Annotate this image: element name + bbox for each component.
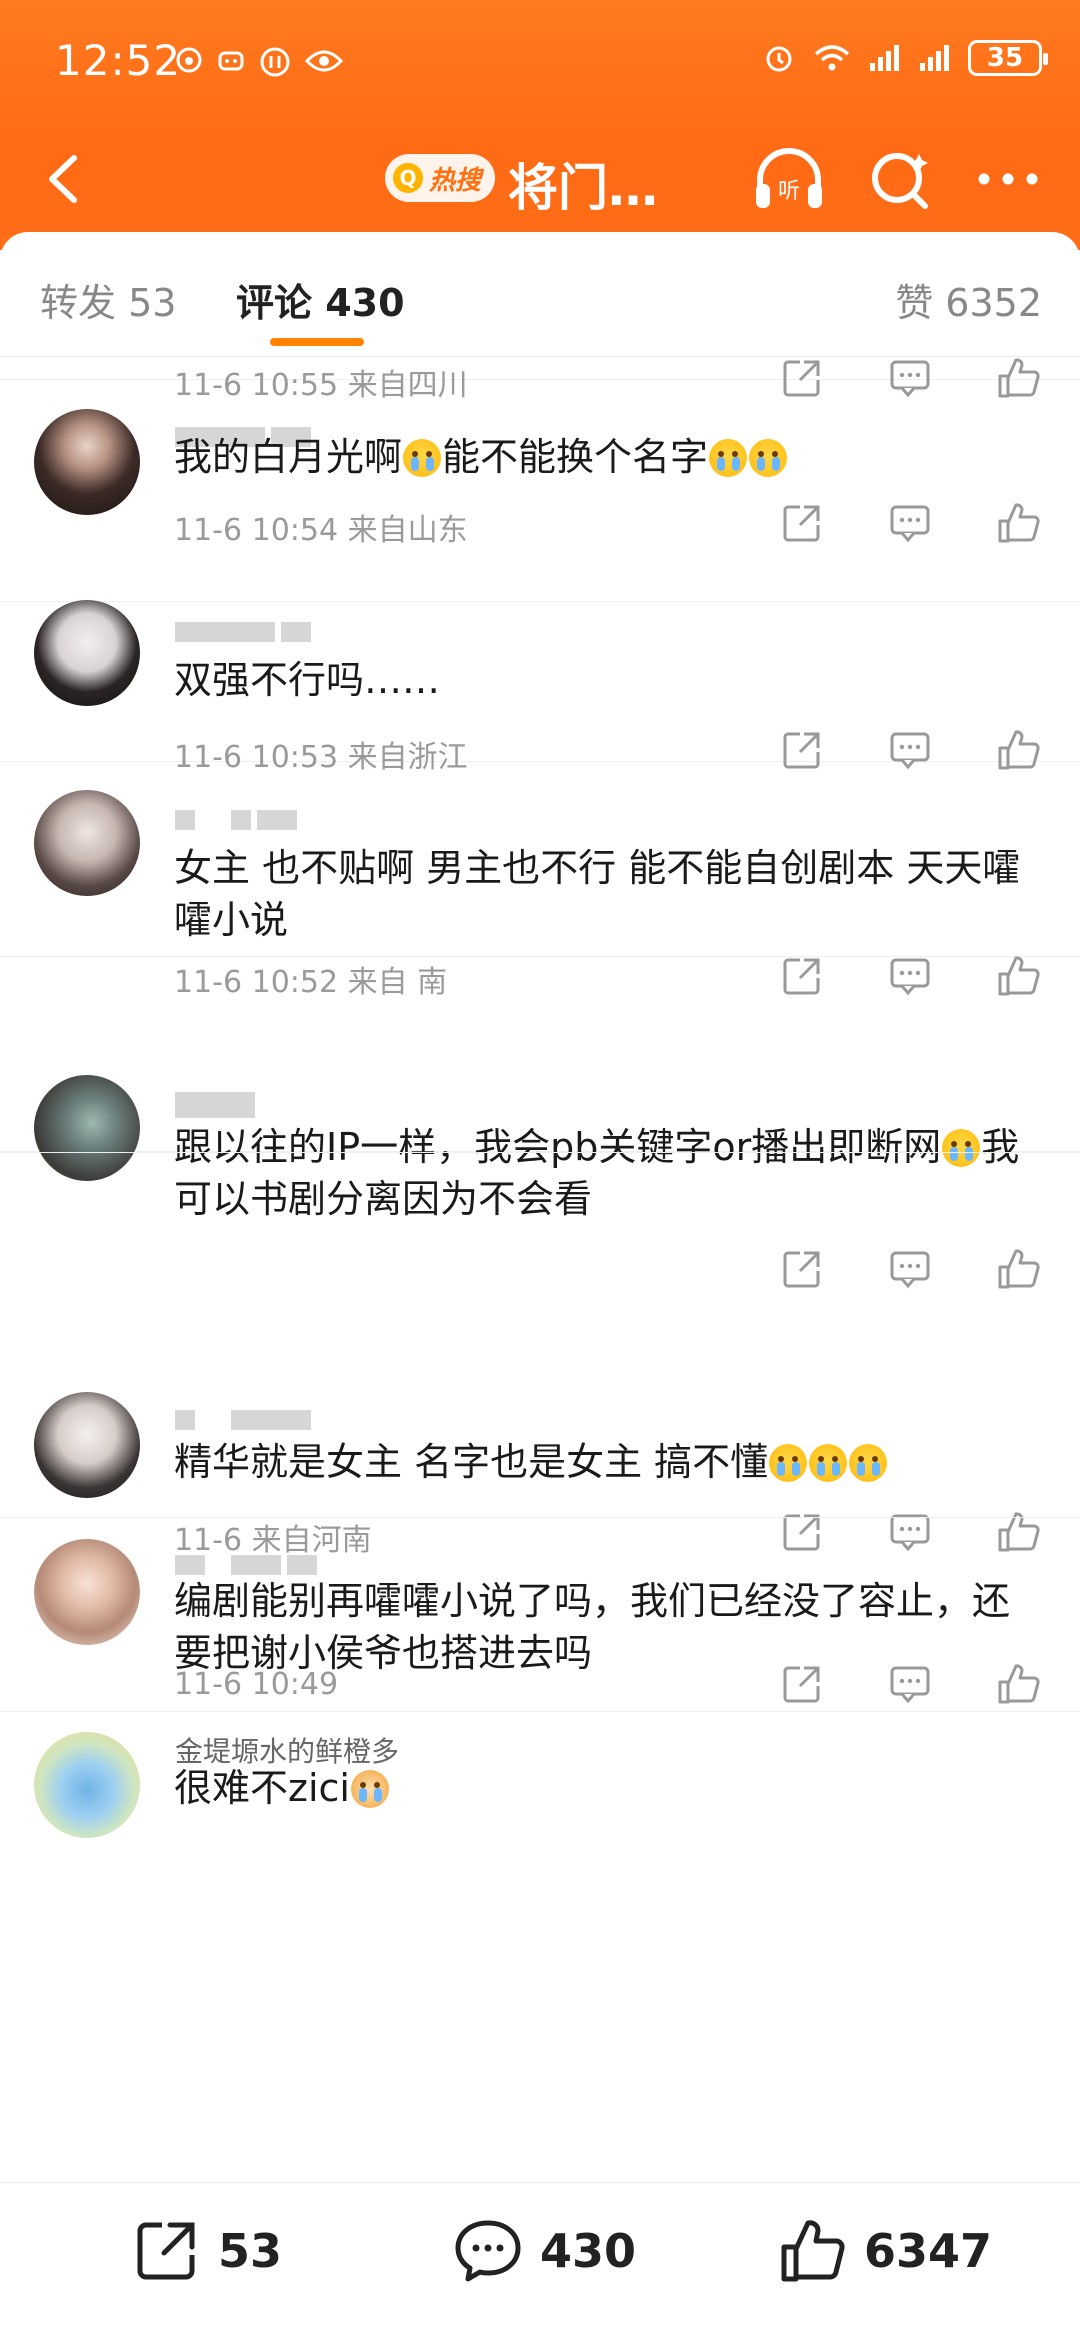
username[interactable]: [175, 1547, 323, 1575]
comment-item: 11-6 10:55 来自四川: [0, 357, 1080, 403]
like-icon[interactable]: [996, 1247, 1040, 1291]
tab-bar: 转发 53 评论 430 赞 6352: [0, 232, 1080, 357]
crying-emoji-icon: [403, 439, 442, 477]
share-icon: [137, 2222, 195, 2280]
svg-text:听: 听: [778, 179, 800, 204]
battery-indicator: 35: [968, 40, 1048, 76]
bilibili-icon: [218, 51, 244, 71]
headphones-icon[interactable]: 听: [748, 138, 830, 220]
comment-count: 430: [540, 2224, 637, 2278]
hot-search-badge[interactable]: Q 热搜: [385, 154, 496, 202]
comment-button[interactable]: 430: [452, 2215, 636, 2287]
repost-count: 53: [218, 2224, 283, 2278]
status-time: 12:52: [55, 36, 182, 85]
avatar[interactable]: [34, 1539, 140, 1645]
signal-icon: [920, 45, 949, 71]
battery-level: 35: [986, 43, 1024, 73]
avatar[interactable]: [34, 1075, 140, 1181]
like-button[interactable]: 6347: [776, 2215, 992, 2287]
status-bar: 12:52 35: [0, 0, 1080, 120]
page-title: 将门…: [508, 159, 658, 217]
wifi-icon: [814, 45, 850, 71]
comment-text: 我的白月光啊 能不能换个名字: [174, 431, 1034, 483]
comment-text: 女主 也不贴啊 男主也不行 能不能自创剧本 天天嚯嚯小说: [174, 846, 1021, 942]
weibo-icon: [176, 47, 202, 73]
avatar[interactable]: [34, 409, 140, 515]
crying-emoji-icon: [749, 439, 788, 477]
username[interactable]: [175, 1402, 317, 1430]
comment-actions: [780, 501, 1040, 545]
comment-icon: [455, 2220, 521, 2282]
share-icon[interactable]: [780, 1247, 824, 1291]
nav-bar: Q 热搜 将门… 听: [0, 130, 1080, 230]
username[interactable]: [175, 802, 303, 830]
comment-text: 双强不行吗……: [174, 658, 441, 702]
repost-button[interactable]: 53: [130, 2215, 282, 2287]
like-count: 6347: [864, 2224, 993, 2278]
username[interactable]: 金堤塬水的鲜橙多: [175, 1730, 399, 1768]
eye-icon: [305, 50, 343, 72]
active-tab-indicator: [270, 338, 364, 346]
header: 12:52 35 Q 热搜 将门… 听: [0, 0, 1080, 250]
tab-repost[interactable]: 转发 53: [40, 272, 176, 327]
alarm-icon: [766, 46, 792, 72]
username[interactable]: [175, 1087, 261, 1118]
tab-comment[interactable]: 评论 430: [236, 272, 405, 327]
bottom-action-bar: 53 430 6347: [0, 2182, 1080, 2331]
system-icons: 35: [762, 40, 1048, 76]
video-icon: [260, 47, 290, 77]
comment-actions: [780, 357, 1040, 400]
like-icon[interactable]: [996, 501, 1040, 545]
crying-emoji-icon: [942, 1129, 981, 1167]
comment-text: 精华就是女主 名字也是女主 搞不懂: [174, 1436, 1034, 1488]
search-icon: Q: [393, 163, 423, 193]
avatar[interactable]: [34, 600, 140, 706]
comment-text: 很难不zici: [174, 1762, 1034, 1814]
comment-item: 我的白月光啊 能不能换个名字 11-6 10:54 来自山东: [0, 409, 1080, 602]
share-icon[interactable]: [780, 501, 824, 545]
comment-item: 精华就是女主 名字也是女主 搞不懂 11-6 来自河南: [0, 1152, 1080, 1558]
signal-icon: [870, 45, 899, 71]
comment-meta: 11-6 10:54 来自山东: [174, 513, 468, 548]
more-options-icon[interactable]: [968, 144, 1048, 214]
comment-meta: 11-6 10:55 来自四川: [174, 368, 468, 403]
dog-emoji-icon: [350, 1770, 389, 1808]
crying-emoji-icon: [769, 1444, 808, 1482]
hot-search-label: 热搜: [429, 165, 482, 196]
crying-emoji-icon: [709, 439, 748, 477]
avatar[interactable]: [34, 1732, 140, 1838]
back-button[interactable]: [30, 144, 100, 214]
comment-text: 跟以往的IP一样，我会pb关键字or播出即断网 我可以书剧分离因为不会看: [174, 1125, 1020, 1221]
crying-emoji-icon: [849, 1444, 888, 1482]
crying-emoji-icon: [809, 1444, 848, 1482]
notification-icons: [175, 46, 343, 78]
share-icon[interactable]: [780, 1662, 824, 1706]
comment-item: 双强不行吗…… 11-6 10:53 来自浙江: [0, 600, 1080, 775]
tab-like[interactable]: 赞 6352: [895, 272, 1042, 327]
reply-icon[interactable]: [888, 357, 932, 400]
like-icon: [781, 2220, 845, 2282]
comment-item: 女主 也不贴啊 男主也不行 能不能自创剧本 天天嚯嚯小说 11-6 10:52 …: [0, 762, 1080, 1000]
reply-icon[interactable]: [888, 1662, 932, 1706]
comment-item: 编剧能别再嚯嚯小说了吗，我们已经没了容止，还要把谢小侯爷也搭进去吗 11-6 1…: [0, 1517, 1080, 1712]
like-icon[interactable]: [996, 1662, 1040, 1706]
comment-actions: [780, 1247, 1040, 1291]
search-icon[interactable]: [863, 142, 938, 217]
comment-list[interactable]: 11-6 10:55 来自四川 我的白月光啊 能不能换个名字 11-6 10:54…: [0, 357, 1080, 2182]
like-icon[interactable]: [996, 357, 1040, 400]
share-icon[interactable]: [780, 357, 824, 400]
comment-item: 金堤塬水的鲜橙多 很难不zici: [0, 1712, 1080, 2182]
reply-icon[interactable]: [888, 501, 932, 545]
reply-icon[interactable]: [888, 1247, 932, 1291]
avatar[interactable]: [34, 790, 140, 896]
username[interactable]: [175, 614, 317, 642]
comment-item: 跟以往的IP一样，我会pb关键字or播出即断网 我可以书剧分离因为不会看: [0, 957, 1080, 1289]
comment-actions: [780, 1662, 1040, 1706]
comment-meta: 11-6 10:49: [174, 1667, 339, 1702]
avatar[interactable]: [34, 1392, 140, 1498]
